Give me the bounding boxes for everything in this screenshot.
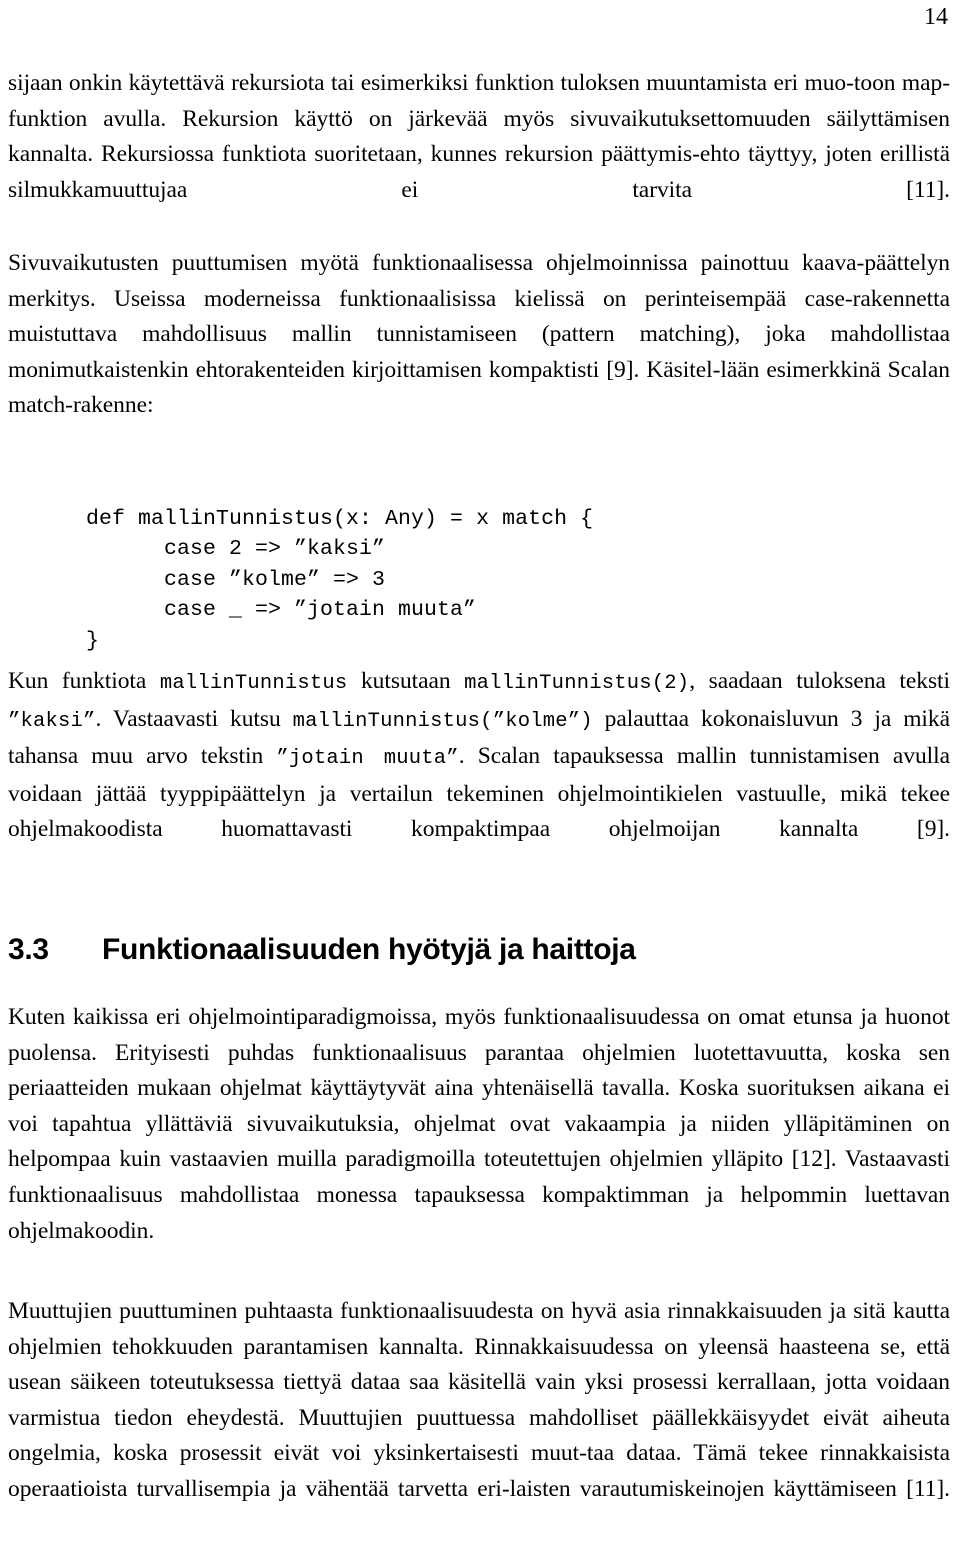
section-title: Funktionaalisuuden hyötyjä ja haittoja — [102, 933, 636, 966]
paragraph-1: sijaan onkin käytettävä rekursiota tai e… — [8, 70, 950, 203]
explanation-segment-3: , saadaan tuloksena teksti — [689, 668, 951, 694]
inline-code-result-kaksi: ”kaksi” — [8, 709, 96, 733]
explanation-segment-1: Kun funktiota — [8, 668, 160, 694]
document-page: 14 sijaan onkin käytettävä rekursiota ta… — [0, 0, 960, 1554]
inline-code-call-two: mallinTunnistus(2) — [464, 672, 690, 695]
explanation-segment-4: . Vastaavasti kutsu — [95, 705, 293, 732]
inline-code-call-kolme: mallinTunnistus(”kolme”) — [292, 709, 593, 733]
inline-code-result-jotain-muuta: ”jotain muuta” — [276, 747, 459, 771]
paragraph-5: Kuten kaikissa eri ohjelmointiparadigmoi… — [8, 1004, 950, 1244]
paragraph-6: Muuttujien puuttuminen puhtaasta funktio… — [8, 1298, 950, 1502]
inline-code-function-name: mallinTunnistus — [159, 672, 348, 695]
page-number: 14 — [924, 4, 948, 30]
paragraph-6-block: Muuttujien puuttuminen puhtaasta funktio… — [8, 1294, 950, 1543]
section-heading-3-3: 3.3 Funktionaalisuuden hyötyjä ja haittoj… — [8, 930, 636, 970]
paragraph-3-explanation: Kun funktiota mallinTunnistus kutsutaan … — [8, 664, 950, 884]
paragraph-1-block: sijaan onkin käytettävä rekursiota tai e… — [8, 66, 950, 244]
paragraph-5-block: Kuten kaikissa eri ohjelmointiparadigmoi… — [8, 1000, 950, 1285]
paragraph-2-block: Sivuvaikutusten puuttumisen myötä funkti… — [8, 246, 950, 460]
paragraph-2: Sivuvaikutusten puuttumisen myötä funkti… — [8, 250, 950, 419]
paragraph-3-block: Kun funktiota mallinTunnistus kutsutaan … — [8, 664, 950, 884]
scala-code-block: def mallinTunnistus(x: Any) = x match { … — [86, 506, 594, 653]
explanation-segment-2: kutsutaan — [347, 668, 465, 694]
section-number: 3.3 — [8, 933, 49, 966]
